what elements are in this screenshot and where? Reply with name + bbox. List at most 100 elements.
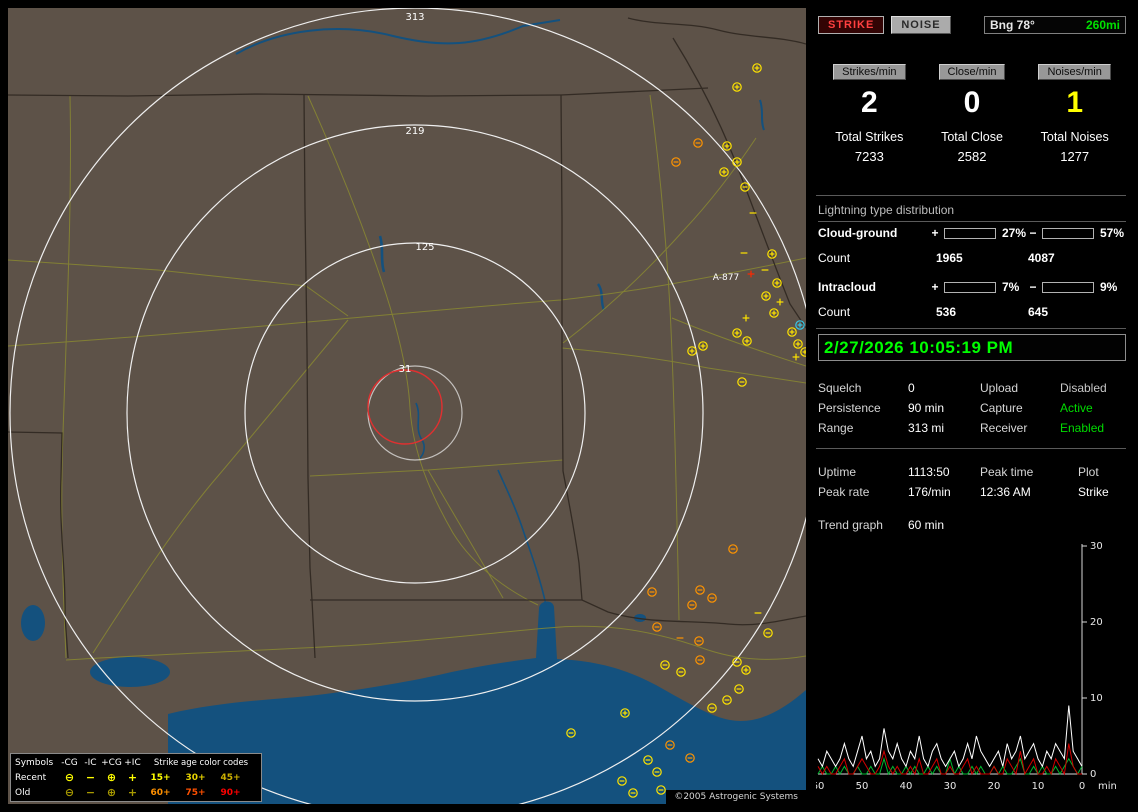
axis-tick-label: 0 [1090, 769, 1096, 780]
trend-chart-canvas: 01020306050403020100min [816, 541, 1117, 792]
total-noises-label: Total Noises [1040, 130, 1109, 144]
roads-layer [8, 94, 806, 661]
strike-symbol [687, 600, 697, 610]
close-per-min-value: 0 [963, 86, 981, 119]
chip-noises-per-min[interactable]: Noises/min [1038, 64, 1111, 80]
close-alarm-ring [367, 369, 443, 445]
age-code-30: 30+ [185, 772, 206, 783]
axis-tick-label: 60 [816, 781, 824, 792]
strike-symbol [769, 308, 779, 318]
copyright-text: ©2005 Astrogenic Systems [666, 790, 806, 804]
legend-col-pos-ic: +IC [124, 757, 141, 768]
total-noises-value: 1277 [1060, 149, 1090, 164]
trend-graph-label: Trend graph [818, 518, 883, 532]
legend-col-pos-cg: +CG [101, 757, 122, 768]
noises-per-min-value: 1 [1066, 86, 1084, 119]
total-close-label: Total Close [941, 130, 1003, 144]
legend-row-old-label: Old [15, 787, 31, 798]
strike-symbol [787, 327, 797, 337]
old-pos-ic-icon: + [127, 786, 138, 799]
noise-mode-button[interactable]: NOISE [891, 16, 951, 34]
strike-symbol [732, 82, 742, 92]
axis-tick-label: 50 [856, 781, 869, 792]
chip-strikes-per-min[interactable]: Strikes/min [833, 64, 906, 80]
station-label: A-877 [713, 273, 739, 283]
strike-symbol [671, 157, 681, 167]
ic-count-label: Count [818, 305, 851, 319]
trend-chart: 01020306050403020100min [816, 538, 1126, 796]
strike-symbol [800, 347, 806, 357]
recent-pos-cg-icon: ⊕ [106, 771, 117, 784]
axis-tick-label: 10 [1032, 781, 1045, 792]
map-canvas: 313 219 125 31 A-877 [8, 8, 806, 804]
recent-neg-ic-icon: − [85, 771, 96, 784]
strike-symbol [707, 593, 717, 603]
axis-tick-label: 30 [1090, 541, 1103, 552]
range-value: 313 mi [908, 421, 945, 435]
strike-symbol [734, 684, 744, 694]
axis-tick-label: 20 [988, 781, 1001, 792]
peak-time-value: 12:36 AM [980, 485, 1031, 499]
peak-rate-value: 176/min [908, 485, 951, 499]
ring-label-313: 313 [405, 12, 424, 23]
uptime-value: 1113:50 [908, 465, 950, 479]
age-code-15: 15+ [150, 772, 171, 783]
ic-positive-count: 536 [936, 305, 957, 319]
strike-symbol [676, 667, 686, 677]
strike-symbol [772, 278, 782, 288]
ic-negative-pct: 9% [1100, 280, 1118, 294]
age-code-60: 60+ [150, 787, 171, 798]
old-neg-cg-icon: ⊖ [64, 786, 75, 799]
total-strikes-value: 7233 [854, 149, 884, 164]
timestamp-value: 2/27/2026 10:05:19 PM [824, 337, 1014, 357]
settings-status-grid: Squelch 0 Upload Disabled Persistence 90… [818, 378, 1126, 438]
plus-sign: + [931, 280, 939, 294]
cloud-ground-label: Cloud-ground [818, 226, 898, 240]
ring-label-125: 125 [415, 242, 434, 253]
strike-symbol [660, 660, 670, 670]
strike-symbol [742, 314, 750, 322]
strike-map[interactable]: 313 219 125 31 A-877 Symbols -CG -IC +CG… [8, 8, 806, 804]
strike-symbol [707, 703, 717, 713]
recent-neg-cg-icon: ⊖ [64, 771, 75, 784]
cg-positive-pct: 27% [1002, 226, 1027, 240]
strike-symbol [652, 622, 662, 632]
receiver-label: Receiver [980, 421, 1028, 435]
squelch-label: Squelch [818, 381, 862, 395]
ic-negative-count: 645 [1028, 305, 1049, 319]
chip-close-per-min[interactable]: Close/min [938, 64, 1006, 80]
strike-symbol [722, 141, 732, 151]
water-layer [21, 19, 806, 804]
cg-negative-bar [1042, 227, 1094, 239]
bearing-range-value: 260mi [1085, 18, 1120, 32]
trend-graph-window: 60 min [908, 518, 945, 532]
receiver-value: Enabled [1060, 421, 1105, 435]
strike-symbol [687, 346, 697, 356]
peak-time-label: Peak time [980, 465, 1034, 479]
total-strikes-label: Total Strikes [835, 130, 904, 144]
plot-value: Strike [1078, 485, 1109, 499]
axis-tick-label: 30 [944, 781, 957, 792]
strike-symbol [793, 339, 803, 349]
strike-symbol [695, 655, 705, 665]
squelch-value: 0 [908, 381, 915, 395]
strike-symbol [740, 182, 750, 192]
cg-negative-pct: 57% [1100, 226, 1125, 240]
minus-sign: − [1029, 280, 1037, 294]
state-borders-layer [8, 17, 806, 659]
status-panel: STRIKE NOISE Bng 78° 260mi Strikes/min C… [812, 8, 1130, 804]
total-close-value: 2582 [957, 149, 987, 164]
uptime-label: Uptime [818, 465, 857, 479]
strike-symbol [695, 585, 705, 595]
legend-col-neg-cg: -CG [61, 757, 78, 768]
strikes-per-min-value: 2 [860, 86, 878, 119]
axis-tick-label: min [1098, 781, 1117, 792]
upload-label: Upload [980, 381, 1019, 395]
capture-value: Active [1060, 401, 1093, 415]
strike-symbol [647, 587, 657, 597]
strike-symbol [722, 695, 732, 705]
axis-tick-label: 20 [1090, 617, 1103, 628]
strike-mode-button[interactable]: STRIKE [818, 16, 885, 34]
strike-symbol [741, 665, 751, 675]
legend-age-title: Strike age color codes [153, 757, 249, 768]
